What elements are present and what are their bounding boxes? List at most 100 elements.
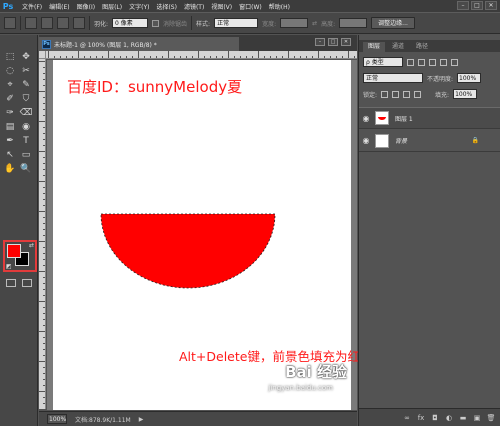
trash-icon[interactable]: 🗑 <box>487 414 496 422</box>
opacity-input[interactable]: 100% <box>457 73 482 83</box>
adjustment-layer-icon[interactable]: ◐ <box>445 414 453 422</box>
vertical-ruler[interactable] <box>39 59 46 409</box>
tab-layers[interactable]: 图层 <box>363 42 386 52</box>
add-mask-icon[interactable]: ◘ <box>431 414 439 422</box>
ruler-tick <box>43 349 45 350</box>
ruler-tick <box>43 175 45 176</box>
doc-restore-button[interactable]: □ <box>328 38 338 46</box>
visibility-eye-icon[interactable]: ◉ <box>359 136 373 145</box>
filter-smart-icon[interactable] <box>451 58 458 66</box>
new-selection-icon[interactable] <box>25 17 37 29</box>
photoshop-logo: Ps <box>2 1 14 11</box>
width-input[interactable] <box>280 18 309 28</box>
new-layer-icon[interactable]: ▣ <box>473 414 481 422</box>
ruler-tick <box>264 56 265 58</box>
fill-input[interactable]: 100% <box>453 89 478 99</box>
filter-adjust-icon[interactable] <box>418 58 425 66</box>
menu-type[interactable]: 文字(Y) <box>129 2 149 11</box>
new-group-icon[interactable]: ▬ <box>459 414 467 422</box>
brush-tool-icon[interactable]: ⛉ <box>19 93 33 105</box>
tab-paths[interactable]: 路径 <box>411 42 433 52</box>
height-input[interactable] <box>339 18 368 28</box>
ruler-tick <box>312 56 313 58</box>
layer-name[interactable]: 背景 <box>395 136 407 145</box>
feather-input[interactable]: 0 像素 <box>112 18 149 28</box>
stamp-tool-icon[interactable]: ✑ <box>3 107 17 119</box>
ruler-tick <box>43 187 45 188</box>
rect-marquee-tool-icon[interactable]: ⬚ <box>3 51 17 63</box>
menu-image[interactable]: 图像(I) <box>77 2 95 11</box>
minimize-button[interactable]: – <box>457 1 469 10</box>
add-selection-icon[interactable] <box>41 17 53 29</box>
foreground-color-swatch[interactable] <box>7 244 21 258</box>
options-bar: 羽化: 0 像素 消除锯齿 样式: 正常 宽度: ⇄ 高度: 调整边缘... <box>0 12 500 34</box>
eyedropper-tool-icon[interactable]: ✎ <box>19 79 33 91</box>
ruler-origin[interactable] <box>39 51 46 59</box>
lasso-tool-icon[interactable]: ◌ <box>3 65 17 77</box>
link-layers-icon[interactable]: ∞ <box>403 414 411 422</box>
shape-tool-icon[interactable]: ▭ <box>19 149 33 161</box>
subtract-selection-icon[interactable] <box>57 17 69 29</box>
layer-filter-select[interactable]: ρ 类型 <box>363 57 403 67</box>
type-tool-icon[interactable]: T <box>19 135 33 147</box>
eraser-tool-icon[interactable]: ▤ <box>3 121 17 133</box>
style-label: 样式: <box>196 20 211 28</box>
menu-window[interactable]: 窗口(W) <box>239 2 262 11</box>
layer-row[interactable]: ◉ 图层 1 <box>359 107 500 129</box>
blend-mode-select[interactable]: 正常 <box>363 73 423 83</box>
maximize-button[interactable]: □ <box>471 1 483 10</box>
menu-view[interactable]: 视图(V) <box>211 2 232 11</box>
horizontal-ruler[interactable] <box>46 51 357 59</box>
fx-icon[interactable]: fx <box>417 414 425 422</box>
healing-tool-icon[interactable]: ✐ <box>3 93 17 105</box>
ruler-tick <box>43 307 45 308</box>
filter-pixel-icon[interactable] <box>407 58 414 66</box>
lock-pixels-icon[interactable] <box>392 90 400 98</box>
tab-channels[interactable]: 通道 <box>387 42 409 52</box>
magic-wand-tool-icon[interactable]: ✂ <box>19 65 33 77</box>
canvas[interactable]: 百度ID：sunnyMelody夏 Alt+Delete键，前景色填充为红色 <box>53 60 372 410</box>
menu-layer[interactable]: 图层(L) <box>102 2 122 11</box>
pen-tool-icon[interactable]: ✒ <box>3 135 17 147</box>
lock-all-icon[interactable] <box>414 90 422 98</box>
intersect-selection-icon[interactable] <box>73 17 85 29</box>
close-button[interactable]: ✕ <box>485 1 497 10</box>
marquee-preset-icon[interactable] <box>4 17 16 29</box>
zoom-tool-icon[interactable]: 🔍 <box>19 163 33 175</box>
gradient-tool-icon[interactable]: ◉ <box>19 121 33 133</box>
status-menu-icon[interactable]: ▶ <box>139 416 144 423</box>
menu-edit[interactable]: 编辑(E) <box>49 2 69 11</box>
ruler-tick <box>336 56 337 58</box>
move-tool-icon[interactable]: ✥ <box>19 51 33 63</box>
zoom-field[interactable]: 100% <box>47 414 67 424</box>
swap-icon[interactable]: ⇄ <box>312 20 317 27</box>
hand-tool-icon[interactable]: ✋ <box>3 163 17 175</box>
doc-minimize-button[interactable]: – <box>315 38 325 46</box>
menu-select[interactable]: 选择(S) <box>156 2 177 11</box>
layer-row[interactable]: ◉ 背景 🔒 <box>359 130 500 152</box>
filter-shape-icon[interactable] <box>440 58 447 66</box>
swap-colors-icon[interactable]: ⇄ <box>29 242 34 249</box>
screen-mode-icon[interactable] <box>22 279 32 287</box>
filter-type-icon[interactable] <box>429 58 436 66</box>
antialias-label: 消除锯齿 <box>163 20 188 28</box>
ruler-tick <box>342 56 343 58</box>
doc-close-button[interactable]: ✕ <box>341 38 351 46</box>
layer-name[interactable]: 图层 1 <box>395 114 413 123</box>
visibility-eye-icon[interactable]: ◉ <box>359 114 373 123</box>
quick-mask-icon[interactable] <box>6 279 16 287</box>
menu-file[interactable]: 文件(F) <box>22 2 42 11</box>
antialias-checkbox[interactable] <box>152 19 160 27</box>
crop-tool-icon[interactable]: ⌖ <box>3 79 17 91</box>
menu-filter[interactable]: 滤镜(T) <box>184 2 204 11</box>
style-select[interactable]: 正常 <box>214 18 259 28</box>
path-select-tool-icon[interactable]: ↖ <box>3 149 17 161</box>
document-tab[interactable]: Ps 未标题-1 @ 100% (图层 1, RGB/8) * <box>39 37 239 51</box>
default-colors-icon[interactable]: ◩ <box>6 263 12 270</box>
watermark-text: Bai 经验 <box>285 363 347 381</box>
lock-position-icon[interactable] <box>403 90 411 98</box>
history-brush-tool-icon[interactable]: ⌫ <box>19 107 33 119</box>
lock-transparent-icon[interactable] <box>381 90 389 98</box>
refine-edge-button[interactable]: 调整边缘... <box>371 17 415 29</box>
menu-help[interactable]: 帮助(H) <box>269 2 290 11</box>
